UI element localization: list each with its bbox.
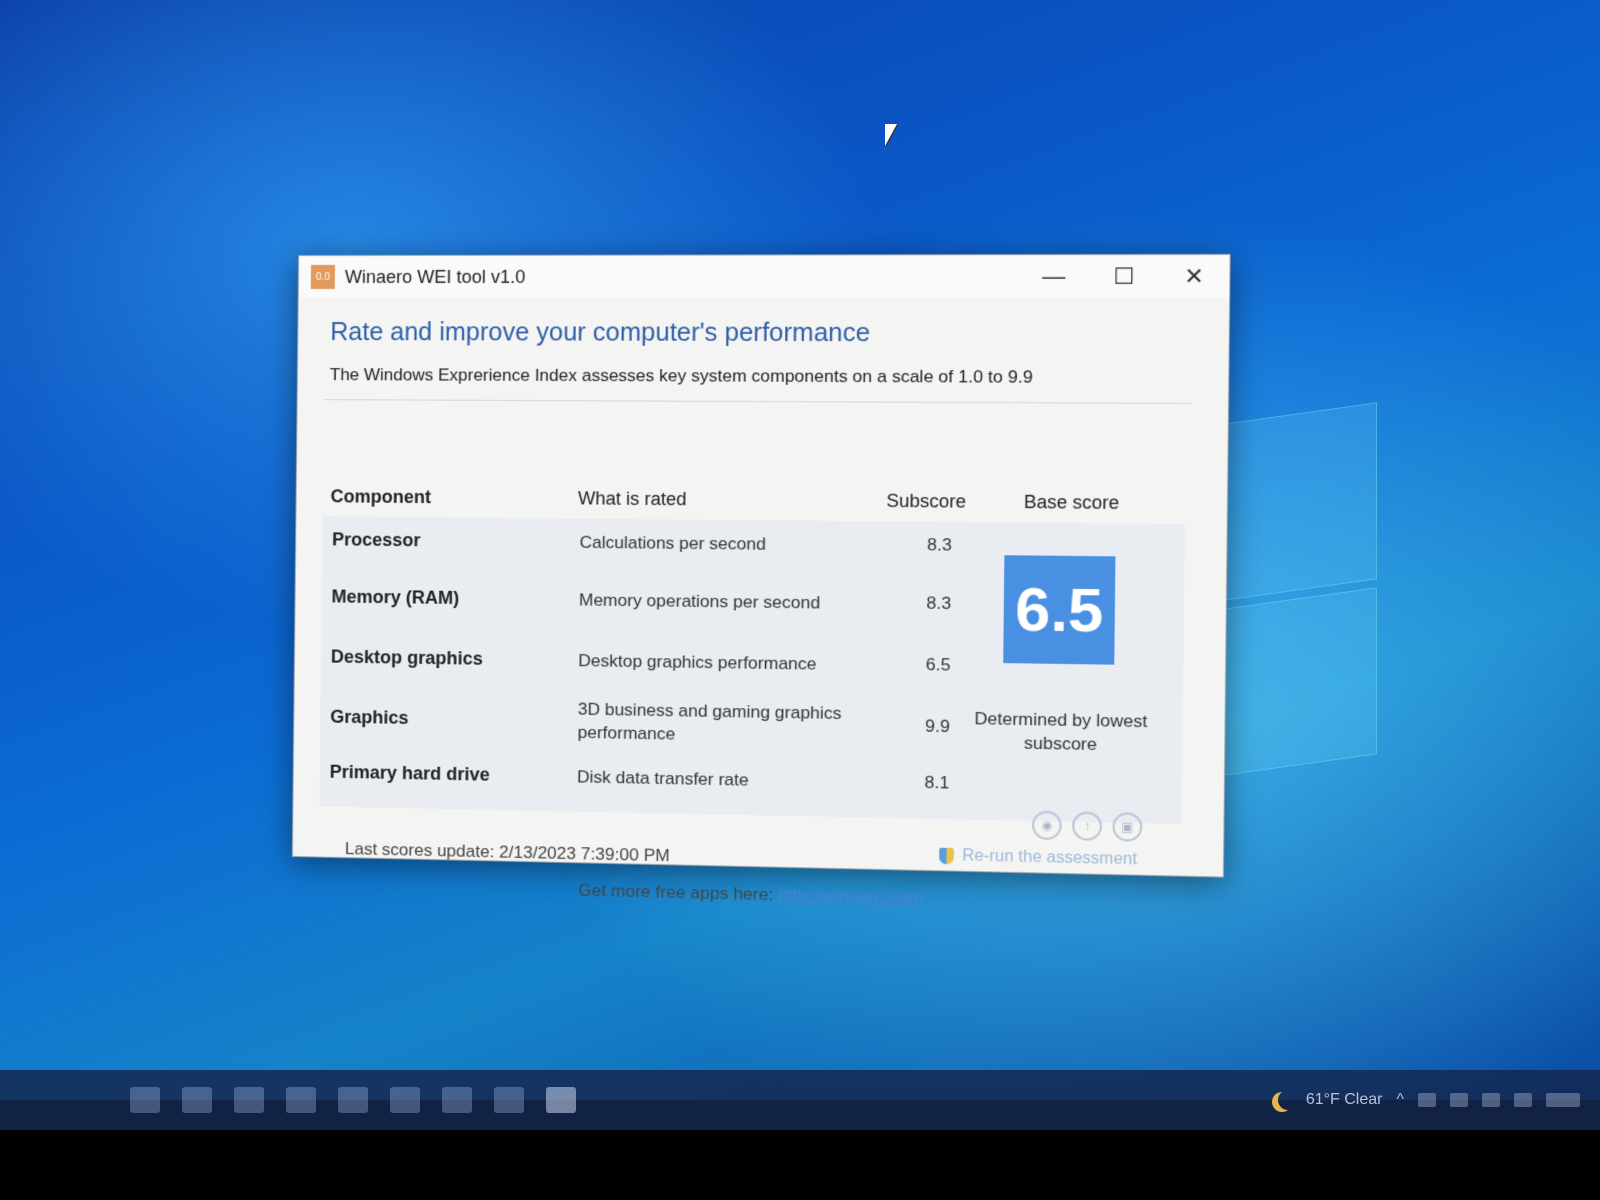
computer-icon[interactable] [442,1087,472,1113]
clock-icon[interactable] [1546,1093,1580,1107]
app-icon-taskbar[interactable] [494,1087,524,1113]
table-row: Desktop graphics Desktop graphics perfor… [321,631,957,691]
wei-tool-taskbar-icon[interactable] [546,1087,576,1113]
header-divider [324,399,1192,404]
col-header-what: What is rated [578,488,862,512]
upload-icon[interactable]: ↑ [1072,811,1102,840]
winaero-link[interactable]: http://winaero.com [778,885,923,908]
camera-icon[interactable]: ◉ [1032,811,1062,840]
col-header-subscore: Subscore [861,490,966,512]
table-row: Primary hard drive Disk data transfer ra… [320,756,955,798]
row-subscore: 8.1 [855,771,949,793]
last-update-text: Last scores update: 2/13/2023 7:39:00 PM [345,839,670,866]
row-component: Memory (RAM) [321,586,579,610]
close-button[interactable]: ✕ [1159,255,1230,299]
task-view-icon[interactable] [182,1087,212,1113]
battery-icon[interactable] [1450,1093,1468,1107]
keyboard-icon[interactable] [1514,1093,1532,1107]
minimize-button[interactable]: — [1019,255,1089,298]
moon-weather-icon [1278,1090,1298,1110]
file-explorer-icon[interactable] [286,1087,316,1113]
maximize-button[interactable]: ☐ [1089,255,1160,298]
row-subscore: 8.3 [857,593,951,615]
title-bar[interactable]: 0.0 Winaero WEI tool v1.0 — ☐ ✕ [299,255,1230,299]
rerun-label: Re-run the assessment [962,847,1137,869]
row-component: Processor [322,529,580,553]
row-subscore: 8.3 [858,534,952,555]
network-icon[interactable] [1418,1093,1436,1107]
table-body: Processor Calculations per second 8.3 Me… [319,516,1185,824]
row-subscore: 9.9 [856,715,950,737]
scores-table: Component What is rated Subscore Base sc… [319,476,1185,824]
row-what: Desktop graphics performance [578,648,856,675]
table-row: Graphics 3D business and gaming graphics… [320,691,955,752]
search-icon[interactable] [130,1087,160,1113]
page-subtitle: The Windows Exprerience Index assesses k… [330,365,1197,388]
rerun-assessment-link[interactable]: Re-run the assessment [939,847,1137,870]
row-subscore: 6.5 [856,654,950,676]
page-heading: Rate and improve your computer's perform… [330,318,1197,349]
volume-icon[interactable] [1482,1093,1500,1107]
base-score-note: Determined by lowest subscore [955,707,1167,758]
store-icon[interactable] [338,1087,368,1113]
row-component: Primary hard drive [320,761,578,787]
app-icon: 0.0 [311,265,335,289]
chevron-up-icon[interactable]: ^ [1396,1091,1404,1109]
edge-browser-icon[interactable] [234,1087,264,1113]
row-component: Graphics [320,706,578,731]
save-icon[interactable]: ▣ [1112,812,1142,842]
row-what: 3D business and gaming graphics performa… [577,697,856,748]
row-what: Memory operations per second [579,588,857,615]
table-row: Memory (RAM) Memory operations per secon… [321,571,957,629]
taskbar: 61°F Clear ^ [0,1070,1600,1130]
base-score-badge: 6.5 [1003,555,1115,664]
wei-tool-window: 0.0 Winaero WEI tool v1.0 — ☐ ✕ Rate and… [292,254,1231,878]
window-title: Winaero WEI tool v1.0 [345,266,526,287]
row-component: Desktop graphics [321,646,579,671]
footer-text: Get more free apps here: [578,880,778,904]
mouse-cursor-icon [885,124,897,146]
table-row: Processor Calculations per second 8.3 [322,524,957,561]
col-header-base: Base score [966,491,1178,514]
col-header-component: Component [322,486,578,509]
shield-icon [939,848,954,865]
weather-text[interactable]: 61°F Clear [1306,1091,1383,1109]
share-icons: ◉ ↑ ▣ [1032,811,1143,842]
row-what: Disk data transfer rate [577,765,855,794]
row-what: Calculations per second [579,530,858,556]
mail-icon[interactable] [390,1087,420,1113]
